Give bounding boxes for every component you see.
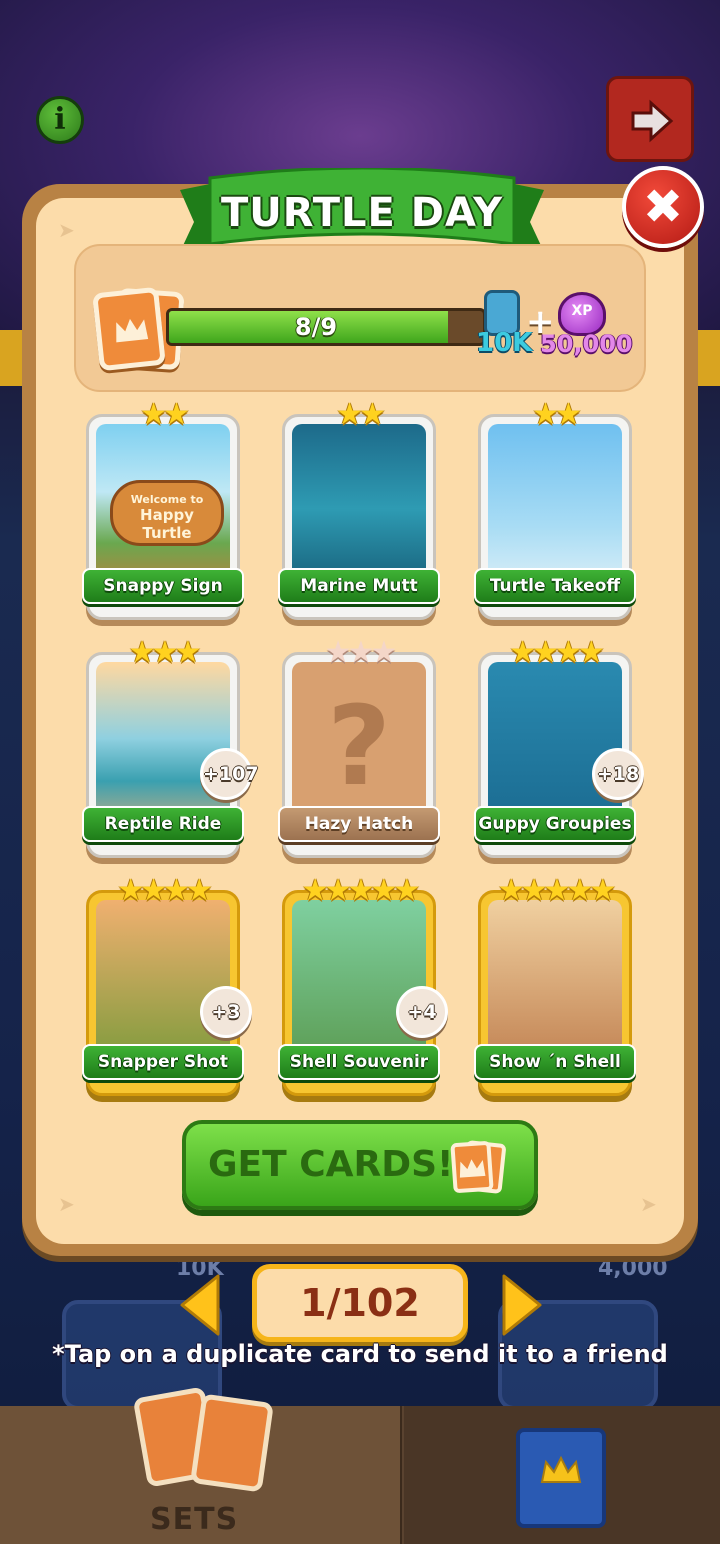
card-snapper-shot[interactable]: ★★★★ Snapper Shot +3: [82, 876, 252, 1096]
card-name: Snapper Shot: [82, 1044, 244, 1080]
corner-arrow-icon: ➤: [640, 1192, 657, 1216]
crown-icon: [540, 1455, 582, 1483]
card-hazy-hatch[interactable]: ? ★★★ Hazy Hatch: [278, 638, 440, 858]
info-button[interactable]: i: [36, 96, 84, 144]
card-name: Hazy Hatch: [278, 806, 440, 842]
crown-icon: [116, 318, 149, 343]
progress-text: 8/9: [294, 313, 338, 341]
card-name: Reptile Ride: [82, 806, 244, 842]
card-name: Marine Mutt: [278, 568, 440, 604]
xp-label: XP: [571, 303, 593, 319]
star-rating: ★★: [532, 397, 582, 432]
close-button[interactable]: ✖: [622, 166, 704, 248]
card-show-n-shell[interactable]: ★★★★★ Show ´n Shell: [474, 876, 636, 1096]
tab-sets-label: SETS: [150, 1502, 239, 1537]
set-page-indicator: 1/102: [300, 1281, 420, 1325]
card-snappy-sign[interactable]: Welcome to Happy Turtle ★★ Snappy Sign: [82, 400, 244, 620]
reward-xp: 50,000: [540, 330, 633, 358]
welcome-sign: Welcome to Happy Turtle: [110, 480, 224, 546]
crown-icon: [459, 1159, 486, 1178]
star-rating: ★★★★★: [497, 873, 616, 908]
tab-sets[interactable]: SETS: [0, 1386, 402, 1544]
card-name: Guppy Groupies: [474, 806, 636, 842]
sign-text-line-2: Happy Turtle: [140, 506, 194, 542]
card-shell-souvenir[interactable]: ★★★★★ Shell Souvenir +4: [278, 876, 448, 1096]
background-amount-right: 4,000: [598, 1256, 668, 1281]
next-set-button[interactable]: [500, 1272, 546, 1338]
next-arrow-button[interactable]: [606, 76, 694, 162]
star-rating: ★★: [140, 397, 190, 432]
star-rating: ★★★★★: [301, 873, 420, 908]
duplicate-count-badge: +107: [200, 748, 259, 800]
corner-arrow-icon: ➤: [58, 1192, 75, 1216]
card-name: Turtle Takeoff: [474, 568, 636, 604]
previous-set-button[interactable]: [176, 1272, 222, 1338]
star-rating: ★★★★: [509, 635, 605, 670]
card-name: Snappy Sign: [82, 568, 244, 604]
card-reptile-ride[interactable]: ★★★ Reptile Ride +107: [82, 638, 259, 858]
duplicate-count-badge: +3: [200, 986, 252, 1038]
card-icon: [450, 1140, 494, 1194]
get-cards-label: GET CARDS!: [208, 1144, 454, 1185]
arrow-right-icon: [631, 99, 674, 143]
question-mark-icon: ?: [327, 682, 391, 810]
duplicate-count-badge: +4: [396, 986, 448, 1038]
star-rating: ★★★: [324, 635, 398, 670]
card-guppy-groupies[interactable]: ★★★★ Guppy Groupies +18: [474, 638, 644, 858]
bottom-tab-bar: SETS: [0, 1386, 720, 1544]
star-rating: ★★: [336, 397, 386, 432]
duplicate-hint: *Tap on a duplicate card to send it to a…: [52, 1340, 668, 1368]
set-title: TURTLE DAY: [220, 190, 504, 236]
sets-card-icon: [190, 1393, 274, 1493]
album-book-icon[interactable]: [516, 1428, 606, 1528]
get-cards-button[interactable]: GET CARDS!: [182, 1120, 538, 1210]
card-name: Shell Souvenir: [278, 1044, 440, 1080]
chevron-left-icon: [180, 1274, 220, 1336]
card-name: Show ´n Shell: [474, 1044, 636, 1080]
star-rating: ★★★★: [117, 873, 213, 908]
star-rating: ★★★: [128, 635, 202, 670]
set-card-icon: [92, 286, 166, 372]
card-turtle-takeoff[interactable]: ★★ Turtle Takeoff: [474, 400, 636, 620]
chevron-right-icon: [502, 1274, 542, 1336]
sign-text-line-1: Welcome to: [130, 493, 204, 506]
reward-coins: 10K: [476, 328, 533, 358]
set-pager: 1/102: [252, 1264, 468, 1342]
close-icon: ✖: [642, 179, 684, 235]
duplicate-count-badge: +18: [592, 748, 644, 800]
card-marine-mutt[interactable]: ★★ Marine Mutt: [278, 400, 440, 620]
corner-arrow-icon: ➤: [58, 218, 75, 242]
